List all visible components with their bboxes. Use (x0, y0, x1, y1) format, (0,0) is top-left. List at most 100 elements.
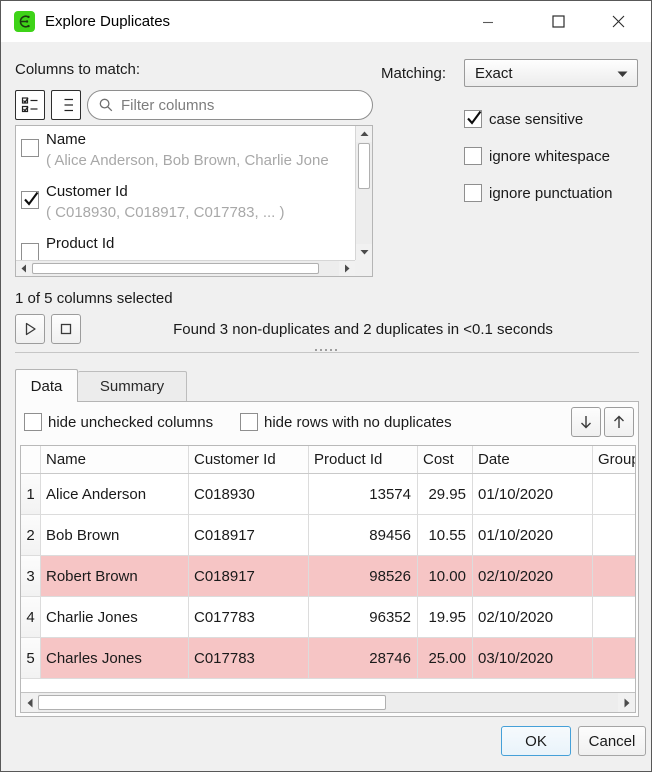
checkbox-label: case sensitive (489, 111, 583, 128)
table-cell[interactable]: 98526 (309, 556, 418, 596)
table-cell[interactable]: 25.00 (418, 638, 473, 678)
row-number-header (21, 446, 41, 473)
table-cell[interactable] (593, 597, 636, 637)
case-sensitive-checkbox[interactable]: case sensitive (464, 110, 583, 128)
columns-selected-summary: 1 of 5 columns selected (15, 290, 173, 307)
table-cell[interactable]: Alice Anderson (41, 474, 189, 514)
column-item[interactable]: Product Id (16, 230, 355, 260)
uncheck-all-columns-button[interactable] (51, 90, 81, 120)
horizontal-scroll-thumb[interactable] (38, 695, 386, 710)
table-row-duplicate[interactable]: 3Robert BrownC0189179852610.0002/10/2020 (21, 556, 635, 597)
table-cell[interactable]: 10.55 (418, 515, 473, 555)
row-number: 5 (21, 638, 41, 678)
app-logo-icon (14, 11, 35, 32)
scroll-left-icon[interactable] (21, 693, 38, 712)
columns-list-vertical-scrollbar[interactable] (355, 126, 372, 260)
splitter[interactable] (15, 352, 639, 353)
table-cell[interactable]: Robert Brown (41, 556, 189, 596)
table-cell[interactable]: C018930 (189, 474, 309, 514)
move-up-button[interactable] (604, 407, 634, 437)
hide-unchecked-columns-checkbox[interactable]: hide unchecked columns (24, 413, 213, 431)
table-horizontal-scrollbar[interactable] (21, 692, 635, 712)
row-number: 4 (21, 597, 41, 637)
columns-list-horizontal-scrollbar[interactable] (16, 260, 355, 276)
table-row[interactable]: 2Bob BrownC0189178945610.5501/10/2020 (21, 515, 635, 556)
scroll-down-icon[interactable] (356, 244, 372, 260)
maximize-button[interactable] (535, 1, 581, 42)
table-cell[interactable]: Bob Brown (41, 515, 189, 555)
table-cell[interactable]: 10.00 (418, 556, 473, 596)
table-cell[interactable]: 89456 (309, 515, 418, 555)
table-cell[interactable]: 01/10/2020 (473, 474, 593, 514)
table-cell[interactable]: 01/10/2020 (473, 515, 593, 555)
table-row-duplicate[interactable]: 5Charles JonesC0177832874625.0003/10/202… (21, 638, 635, 679)
row-number: 1 (21, 474, 41, 514)
table-row[interactable]: 4Charlie JonesC0177839635219.9502/10/202… (21, 597, 635, 638)
table-cell[interactable]: C018917 (189, 556, 309, 596)
move-down-button[interactable] (571, 407, 601, 437)
tab-summary[interactable]: Summary (78, 371, 187, 401)
table-cell[interactable] (593, 556, 636, 596)
splitter-handle[interactable] (315, 349, 337, 351)
table-cell[interactable]: 19.95 (418, 597, 473, 637)
columns-list: Name( Alice Anderson, Bob Brown, Charlie… (15, 125, 373, 277)
column-header[interactable]: Group (593, 446, 636, 473)
check-all-columns-button[interactable] (15, 90, 45, 120)
close-button[interactable] (595, 1, 641, 42)
tab-data[interactable]: Data (15, 369, 78, 402)
table-cell[interactable]: Charlie Jones (41, 597, 189, 637)
scrollbar-corner (355, 260, 372, 276)
table-cell[interactable]: 96352 (309, 597, 418, 637)
checkbox-box (464, 184, 482, 202)
column-checkbox[interactable] (21, 139, 39, 157)
arrow-down-icon (578, 414, 594, 430)
table-row[interactable]: 1Alice AndersonC0189301357429.9501/10/20… (21, 474, 635, 515)
checkbox-label: ignore punctuation (489, 185, 612, 202)
vertical-scroll-thumb[interactable] (358, 143, 370, 189)
cancel-button[interactable]: Cancel (578, 726, 646, 756)
ok-button[interactable]: OK (501, 726, 571, 756)
column-name: Customer Id (46, 182, 351, 202)
table-cell[interactable]: 13574 (309, 474, 418, 514)
ignore-punctuation-checkbox[interactable]: ignore punctuation (464, 184, 612, 202)
table-cell[interactable]: 02/10/2020 (473, 556, 593, 596)
hide-rows-no-duplicates-checkbox[interactable]: hide rows with no duplicates (240, 413, 452, 431)
table-cell[interactable]: 02/10/2020 (473, 597, 593, 637)
arrow-up-icon (611, 414, 627, 430)
column-name: Name (46, 130, 351, 150)
scroll-left-icon[interactable] (16, 261, 32, 276)
table-cell[interactable]: C017783 (189, 597, 309, 637)
table-cell[interactable]: C018917 (189, 515, 309, 555)
column-checkbox[interactable] (21, 243, 39, 260)
stop-button[interactable] (51, 314, 81, 344)
scroll-up-icon[interactable] (356, 126, 372, 142)
column-header[interactable]: Name (41, 446, 189, 473)
run-button[interactable] (15, 314, 45, 344)
column-checkbox[interactable] (21, 191, 39, 209)
data-tab-pane: hide unchecked columns hide rows with no… (15, 401, 639, 717)
matching-dropdown[interactable]: Exact (464, 59, 638, 87)
table-cell[interactable]: C017783 (189, 638, 309, 678)
row-number: 2 (21, 515, 41, 555)
table-cell[interactable] (593, 638, 636, 678)
column-header[interactable]: Date (473, 446, 593, 473)
table-cell[interactable] (593, 474, 636, 514)
window-title: Explore Duplicates (45, 13, 170, 30)
column-header[interactable]: Product Id (309, 446, 418, 473)
table-cell[interactable]: Charles Jones (41, 638, 189, 678)
ignore-whitespace-checkbox[interactable]: ignore whitespace (464, 147, 610, 165)
table-cell[interactable]: 03/10/2020 (473, 638, 593, 678)
table-cell[interactable]: 28746 (309, 638, 418, 678)
column-header[interactable]: Cost (418, 446, 473, 473)
column-header[interactable]: Customer Id (189, 446, 309, 473)
minimize-button[interactable] (465, 1, 511, 42)
scroll-right-icon[interactable] (339, 261, 355, 276)
column-item[interactable]: Customer Id( C018930, C018917, C017783, … (16, 178, 355, 230)
scroll-right-icon[interactable] (618, 693, 635, 712)
table-cell[interactable]: 29.95 (418, 474, 473, 514)
explore-duplicates-dialog: Explore Duplicates Columns to match: (0, 0, 652, 772)
table-cell[interactable] (593, 515, 636, 555)
column-item[interactable]: Name( Alice Anderson, Bob Brown, Charlie… (16, 126, 355, 178)
horizontal-scroll-thumb[interactable] (32, 263, 319, 274)
filter-columns-input[interactable] (87, 90, 373, 120)
